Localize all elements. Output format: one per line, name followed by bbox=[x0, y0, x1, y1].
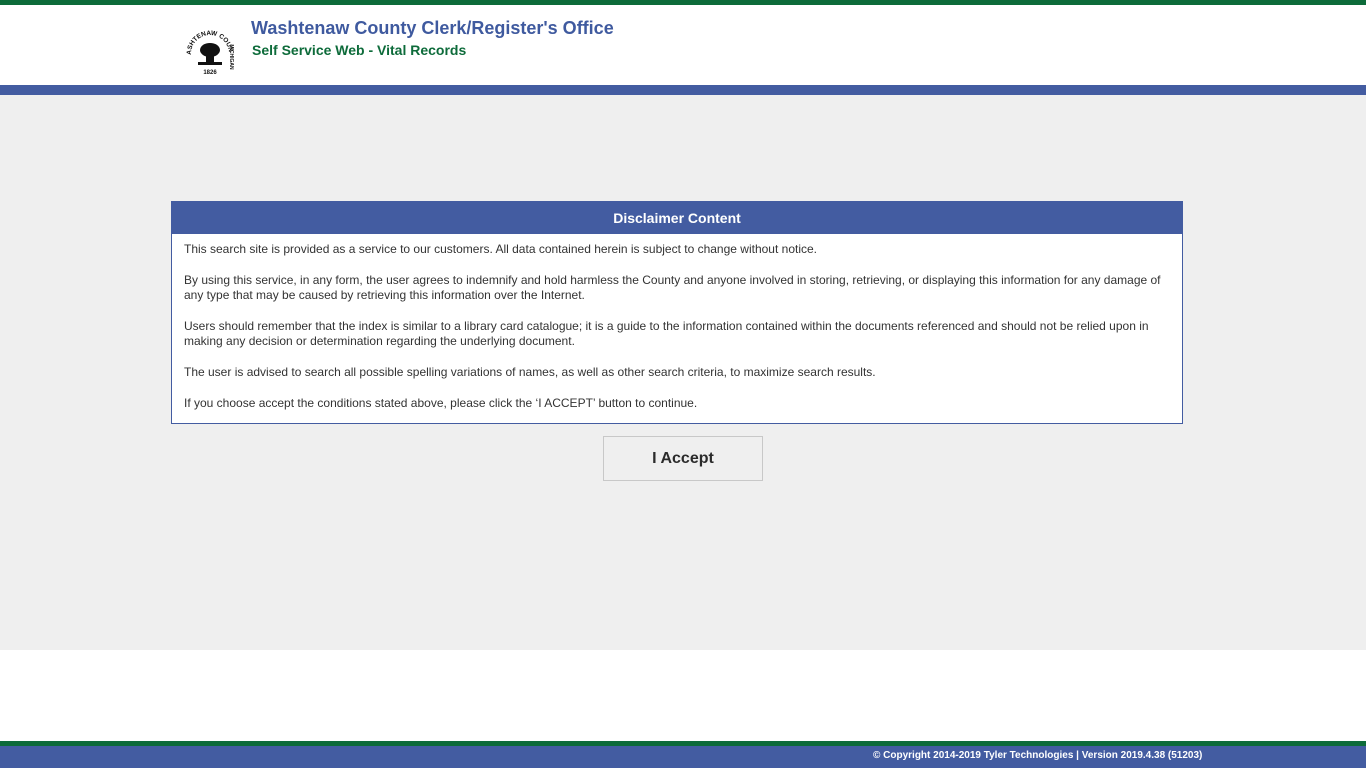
disclaimer-panel: Disclaimer Content This search site is p… bbox=[171, 201, 1183, 424]
site-subtitle: Self Service Web - Vital Records bbox=[252, 42, 467, 58]
disclaimer-paragraph: By using this service, in any form, the … bbox=[184, 273, 1161, 302]
disclaimer-body: This search site is provided as a servic… bbox=[172, 234, 1182, 411]
svg-text:MICHIGAN: MICHIGAN bbox=[228, 44, 234, 70]
disclaimer-paragraph: This search site is provided as a servic… bbox=[184, 242, 817, 256]
site-title: Washtenaw County Clerk/Register's Office bbox=[251, 18, 614, 38]
disclaimer-heading: Disclaimer Content bbox=[172, 202, 1182, 234]
site-footer: © Copyright 2014-2019 Tyler Technologies… bbox=[0, 746, 1366, 768]
disclaimer-paragraph: Users should remember that the index is … bbox=[184, 319, 1149, 348]
copyright-text: © Copyright 2014-2019 Tyler Technologies… bbox=[873, 750, 1203, 761]
disclaimer-paragraph: If you choose accept the conditions stat… bbox=[184, 396, 698, 410]
svg-text:1826: 1826 bbox=[203, 70, 217, 76]
disclaimer-paragraph: The user is advised to search all possib… bbox=[184, 365, 876, 379]
county-seal-icon[interactable]: WASHTENAW COUNTY MICHIGAN 1826 bbox=[180, 22, 237, 81]
accept-button[interactable]: I Accept bbox=[603, 436, 763, 481]
site-header: WASHTENAW COUNTY MICHIGAN 1826 Washtenaw… bbox=[0, 5, 1366, 85]
header-blue-band bbox=[0, 85, 1366, 95]
